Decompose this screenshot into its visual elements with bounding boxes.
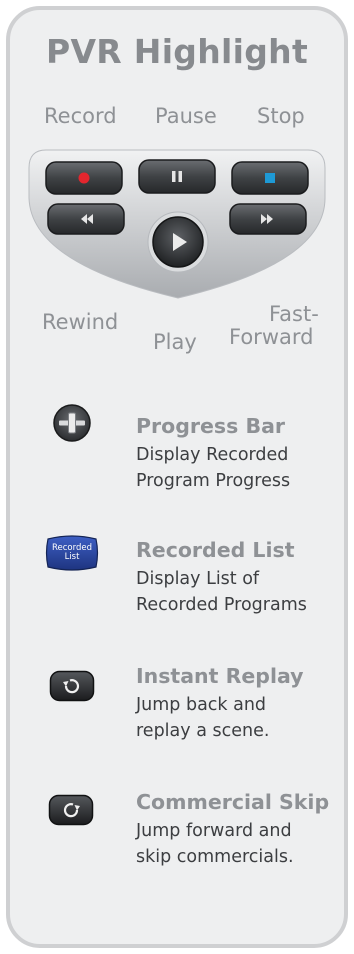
play-button[interactable] [147,211,209,273]
remote-button-cluster [28,149,326,299]
fast-label: Fast- [269,302,319,326]
record-icon [78,172,90,184]
stop-icon [265,173,275,183]
recorded-list-title: Recorded List [136,538,295,562]
record-button[interactable] [45,161,123,195]
commercial-skip-icon [48,794,94,826]
instant-replay-title: Instant Replay [136,664,304,688]
pause-label: Pause [155,104,217,128]
stop-label: Stop [257,104,305,128]
progress-bar-title: Progress Bar [136,414,286,438]
pause-button[interactable] [138,159,216,194]
play-label: Play [153,330,197,354]
progress-bar-icon [53,404,91,442]
rewind-label: Rewind [42,310,119,334]
fast-forward-button[interactable] [229,203,307,235]
forward-label: Forward [229,325,314,349]
instant-replay-description: Jump back and replay a scene. [136,695,270,741]
commercial-skip-title: Commercial Skip [136,790,330,814]
page-title: PVR Highlight [45,32,309,71]
progress-bar-description: Display Recorded Program Progress [136,445,291,491]
rewind-button[interactable] [47,203,125,235]
recorded-list-description: Display List of Recorded Programs [136,569,307,615]
instant-replay-icon [49,670,95,702]
recorded-list-icon-text: Recorded List [52,543,92,562]
record-label: Record [44,104,117,128]
commercial-skip-description: Jump forward and skip commercials. [136,821,294,867]
stop-button[interactable] [231,161,309,195]
